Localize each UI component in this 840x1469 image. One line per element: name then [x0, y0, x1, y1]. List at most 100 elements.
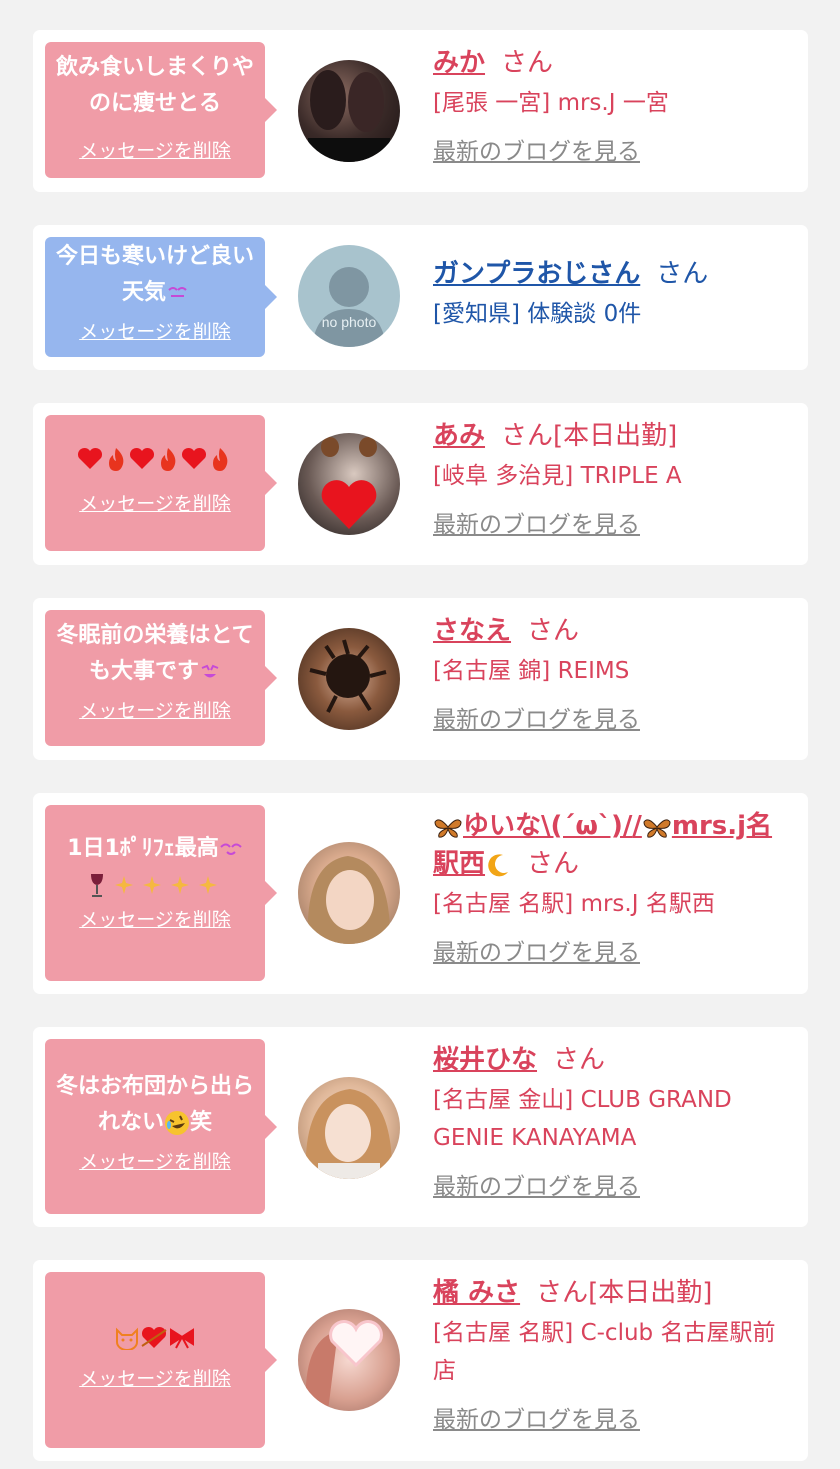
butterfly-icon: [643, 818, 671, 838]
delete-message-button[interactable]: メッセージを削除: [79, 696, 231, 723]
message-bubble: 飲み食いしまくりやのに痩せとる メッセージを削除: [45, 42, 277, 178]
profile-info: あみ さん[本日出勤] [岐阜 多治見] TRIPLE A 最新のブログを見る: [433, 417, 788, 543]
avatar-photo-icon: [308, 70, 390, 162]
profile-info: 橘 みさ さん[本日出勤] [名古屋 名駅] C-club 名古屋駅前店 最新のブ…: [433, 1274, 788, 1438]
shop-info: [愛知県] 体験談 0件: [433, 301, 642, 327]
profile-info: みか さん [尾張 一宮] mrs.J 一宮 最新のブログを見る: [433, 44, 788, 170]
message-emoji-row: [55, 1320, 255, 1356]
blog-link[interactable]: 最新のブログを見る: [433, 702, 788, 738]
message-bubble: 冬はお布団から出られない笑 メッセージを削除: [45, 1039, 277, 1214]
profile-name-link[interactable]: みか: [433, 48, 485, 78]
shop-info: [名古屋 錦] REIMS: [433, 658, 630, 684]
portrait-photo-icon: [307, 856, 391, 944]
name-line: あみ さん[本日出勤]: [433, 417, 788, 455]
blog-link[interactable]: 最新のブログを見る: [433, 1169, 788, 1205]
delete-message-button[interactable]: メッセージを削除: [79, 1147, 231, 1174]
ribbon-icon: [170, 1328, 194, 1349]
delete-message-button[interactable]: メッセージを削除: [79, 905, 231, 932]
smiling-face-icon: [201, 664, 219, 678]
sleepy-face-icon: [168, 287, 187, 297]
name-suffix: さん: [527, 616, 580, 646]
no-photo-icon: no photo: [312, 267, 386, 347]
name-suffix: さん[本日出勤]: [501, 421, 678, 451]
sparkles-icon: [114, 876, 217, 894]
message-emoji-row: [55, 441, 255, 477]
fire-icon: [109, 448, 124, 471]
butterfly-icon: [434, 818, 462, 838]
shop-info: [尾張 一宮] mrs.J 一宮: [433, 90, 669, 116]
profile-name-link[interactable]: あみ: [433, 421, 485, 451]
rolling-laughing-face-icon: [165, 1111, 189, 1135]
message-card: 冬はお布団から出られない笑 メッセージを削除 桜井ひな さん [名古屋 金山] C…: [33, 1027, 808, 1227]
wine-glass-icon: [91, 874, 104, 897]
message-bubble: メッセージを削除: [45, 1272, 277, 1448]
message-card: 飲み食いしまくりやのに痩せとる メッセージを削除 みか さん [尾張 一宮] mr…: [33, 30, 808, 192]
message-text: 1日1ﾎﾟﾘﾌｪ最高: [55, 831, 255, 903]
profile-info: ガンプラおじさん さん [愛知県] 体験談 0件: [433, 255, 788, 333]
profile-name-link[interactable]: ガンプラおじさん: [433, 259, 640, 289]
profile-info: ゆいな\(´ω`)//mrs.j名駅西 さん [名古屋 名駅] mrs.J 名駅西…: [433, 807, 788, 971]
kissing-face-icon: [220, 843, 242, 855]
profile-name-link[interactable]: 橘 みさ: [433, 1278, 520, 1308]
name-suffix: さん: [656, 259, 709, 289]
message-bubble: 今日も寒いけど良い天気 メッセージを削除: [45, 237, 277, 357]
message-text: 冬眠前の栄養はとても大事です: [56, 623, 254, 684]
avatar[interactable]: [298, 60, 400, 162]
heart-sticker-icon: [321, 437, 377, 529]
name-line: 橘 みさ さん[本日出勤]: [433, 1274, 788, 1312]
message-bubble: メッセージを削除: [45, 415, 277, 551]
heart-sticker-icon: [305, 1320, 383, 1411]
name-suffix: さん: [553, 1045, 606, 1075]
profile-name-link[interactable]: ゆいな\(´ω`)//mrs.j名駅西: [433, 811, 772, 879]
profile-info: 桜井ひな さん [名古屋 金山] CLUB GRAND GENIE KANAYAM…: [433, 1041, 788, 1205]
avatar[interactable]: [298, 433, 400, 535]
heart-icon: [77, 447, 103, 469]
name-line: さなえ さん: [433, 612, 788, 650]
delete-message-button[interactable]: メッセージを削除: [79, 489, 231, 516]
message-card: メッセージを削除 あみ さん[本日出勤] [岐阜 多治見] TRIPLE A 最新…: [33, 403, 808, 565]
message-bubble: 1日1ﾎﾟﾘﾌｪ最高 メッセージを削除: [45, 805, 277, 981]
blog-link[interactable]: 最新のブログを見る: [433, 1402, 788, 1438]
name-line: みか さん: [433, 44, 788, 82]
name-line: ガンプラおじさん さん: [433, 255, 788, 293]
message-text: 冬はお布団から出られない笑: [55, 1074, 254, 1135]
message-card: 今日も寒いけど良い天気 メッセージを削除 no photo ガンプラおじさん さん…: [33, 225, 808, 370]
delete-message-button[interactable]: メッセージを削除: [79, 317, 231, 344]
message-card: メッセージを削除 橘 みさ さん[本日出勤] [名古屋 名駅] C-club 名古…: [33, 1260, 808, 1461]
delete-message-button[interactable]: メッセージを削除: [79, 136, 231, 163]
message-bubble: 冬眠前の栄養はとても大事です メッセージを削除: [45, 610, 277, 746]
blog-link[interactable]: 最新のブログを見る: [433, 935, 788, 971]
shop-info: [名古屋 金山] CLUB GRAND GENIE KANAYAMA: [433, 1087, 732, 1151]
profile-name-link[interactable]: さなえ: [433, 616, 511, 646]
message-list: 飲み食いしまくりやのに痩せとる メッセージを削除 みか さん [尾張 一宮] mr…: [0, 0, 840, 1461]
name-line: 桜井ひな さん: [433, 1041, 788, 1079]
shop-info: [名古屋 名駅] mrs.J 名駅西: [433, 891, 715, 917]
avatar[interactable]: [298, 842, 400, 944]
shop-info: [名古屋 名駅] C-club 名古屋駅前店: [433, 1320, 776, 1384]
avatar[interactable]: [298, 628, 400, 730]
svg-text:no photo: no photo: [322, 314, 377, 330]
heart-icon: [181, 447, 207, 469]
blog-link[interactable]: 最新のブログを見る: [433, 134, 788, 170]
crescent-moon-icon: [488, 853, 509, 876]
shop-info: [岐阜 多治見] TRIPLE A: [433, 463, 682, 489]
message-card: 冬眠前の栄養はとても大事です メッセージを削除 さなえ さん [名古屋 錦] RE…: [33, 598, 808, 760]
avatar[interactable]: no photo: [298, 245, 400, 347]
name-line: ゆいな\(´ω`)//mrs.j名駅西 さん: [433, 807, 788, 883]
message-text: 飲み食いしまくりやのに痩せとる: [55, 55, 254, 116]
blog-link[interactable]: 最新のブログを見る: [433, 507, 788, 543]
avatar[interactable]: [298, 1309, 400, 1411]
name-suffix: さん: [527, 849, 580, 879]
avatar[interactable]: [298, 1077, 400, 1179]
fire-icon: [161, 448, 176, 471]
food-photo-icon: [309, 639, 387, 713]
cat-face-icon: [116, 1327, 138, 1350]
heart-icon: [129, 447, 155, 469]
name-suffix: さん[本日出勤]: [536, 1278, 713, 1308]
profile-name-link[interactable]: 桜井ひな: [433, 1045, 537, 1075]
message-card: 1日1ﾎﾟﾘﾌｪ最高 メッセージを削除 ゆいな\(´ω`)//mrs.j名駅西さ…: [33, 793, 808, 994]
heart-arrow-icon: [141, 1326, 167, 1348]
portrait-photo-icon: [305, 1089, 393, 1179]
delete-message-button[interactable]: メッセージを削除: [79, 1364, 231, 1391]
fire-icon: [213, 448, 228, 471]
